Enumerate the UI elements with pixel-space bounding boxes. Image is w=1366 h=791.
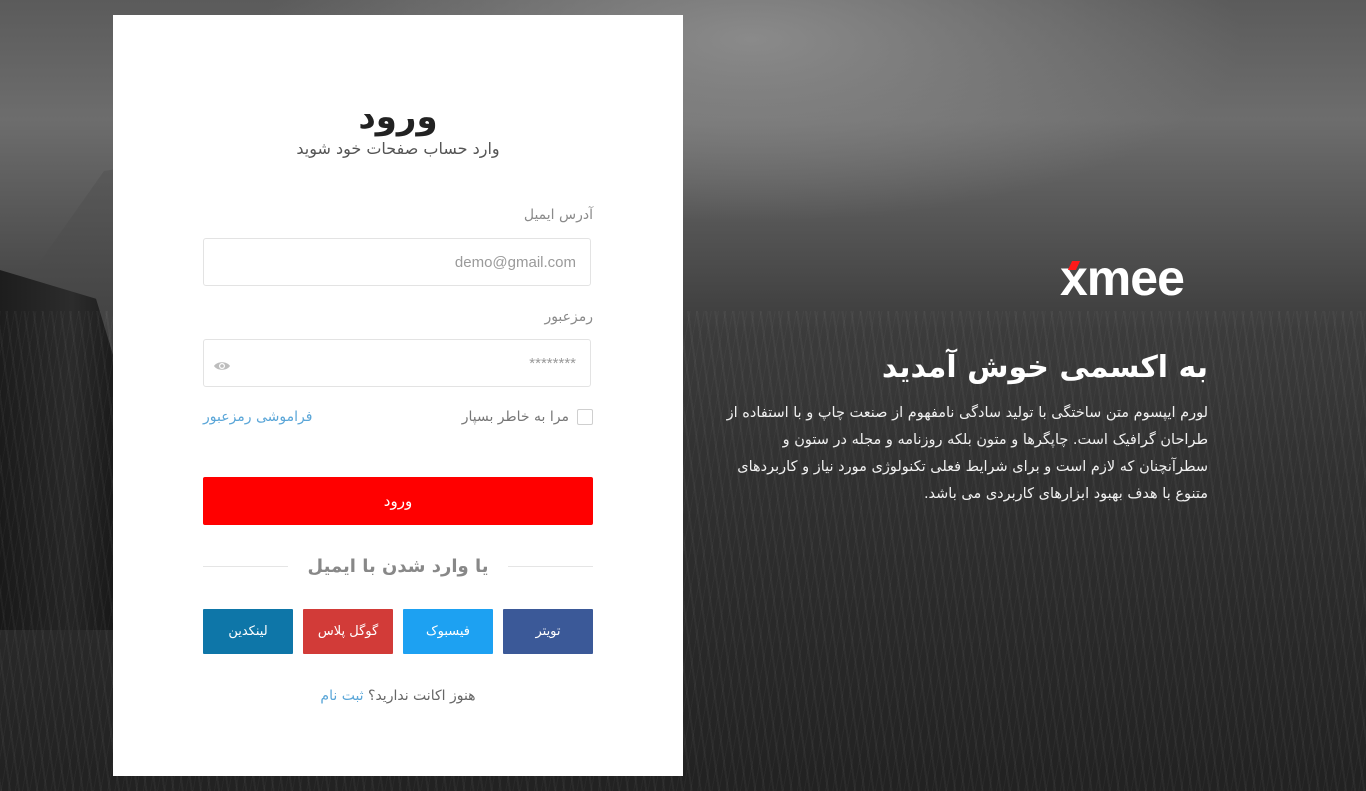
remember-me[interactable]: مرا به خاطر بسپار: [462, 409, 593, 425]
login-card: ورود وارد حساب صفحات خود شوید آدرس ایمیل…: [113, 15, 683, 776]
divider-line: [508, 565, 593, 567]
logo-text: xmee: [1060, 250, 1185, 306]
eye-icon[interactable]: [213, 360, 231, 372]
page-subtitle: وارد حساب صفحات خود شوید: [296, 139, 500, 158]
forgot-password-link[interactable]: فراموشی رمزعبور: [203, 409, 312, 425]
xmee-logo: xmee: [1060, 252, 1210, 304]
divider-text: یا وارد شدن با ایمیل: [307, 555, 489, 577]
email-label: آدرس ایمیل: [523, 207, 593, 223]
or-divider: یا وارد شدن با ایمیل: [203, 555, 593, 577]
google-plus-button[interactable]: گوگل پلاس: [303, 609, 393, 654]
linkedin-button[interactable]: لینکدین: [203, 609, 293, 654]
remember-label: مرا به خاطر بسپار: [461, 409, 569, 425]
social-login-buttons: تویتر فیسبوک گوگل پلاس لینکدین: [203, 609, 593, 654]
page-title: ورود: [358, 97, 438, 137]
divider-line: [203, 565, 288, 567]
signup-text: هنوز اکانت ندارید؟: [368, 688, 476, 704]
password-label: رمزعبور: [544, 309, 593, 325]
email-field[interactable]: [203, 238, 591, 286]
password-field[interactable]: [203, 339, 591, 387]
login-button[interactable]: ورود: [203, 477, 593, 525]
welcome-text: لورم ایپسوم متن ساختگی با تولید سادگی نا…: [726, 405, 1208, 502]
remember-checkbox[interactable]: [577, 409, 593, 425]
welcome-title: به اکسمی خوش آمدید: [881, 350, 1208, 385]
facebook-button[interactable]: فیسبوک: [403, 609, 493, 654]
signup-prompt: هنوز اکانت ندارید؟ ثبت نام: [113, 688, 683, 704]
twitter-button[interactable]: تویتر: [503, 609, 593, 654]
signup-link[interactable]: ثبت نام: [320, 688, 363, 704]
